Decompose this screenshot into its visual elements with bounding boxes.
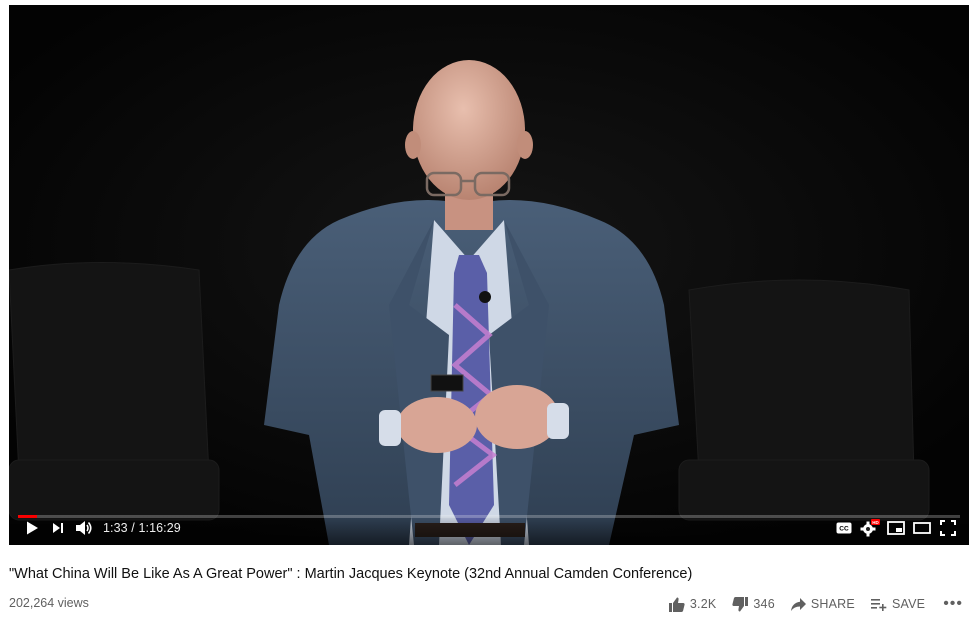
miniplayer-icon xyxy=(887,521,905,535)
video-actions: 3.2K 346 SHARE SAVE ••• xyxy=(653,595,963,613)
volume-icon xyxy=(76,521,92,535)
dislike-button[interactable]: 346 xyxy=(732,596,775,612)
play-button[interactable] xyxy=(19,516,45,540)
theater-mode-button[interactable] xyxy=(909,516,935,540)
settings-icon: HD xyxy=(860,519,880,537)
like-button[interactable]: 3.2K xyxy=(668,597,717,612)
playlist-add-icon xyxy=(870,598,887,611)
miniplayer-button[interactable] xyxy=(883,516,909,540)
save-button[interactable]: SAVE xyxy=(870,597,926,611)
subtitles-button[interactable]: CC xyxy=(831,516,857,540)
share-icon xyxy=(790,597,806,611)
settings-button[interactable]: HD xyxy=(857,516,883,540)
more-actions-button[interactable]: ••• xyxy=(943,595,963,613)
thumbs-up-icon xyxy=(668,597,685,612)
next-icon xyxy=(53,523,63,533)
like-count: 3.2K xyxy=(689,597,717,611)
play-icon xyxy=(27,521,38,535)
theater-icon xyxy=(913,522,931,534)
svg-text:CC: CC xyxy=(839,526,849,533)
save-label: SAVE xyxy=(891,597,926,611)
fullscreen-icon xyxy=(940,520,956,536)
thumbs-down-icon xyxy=(732,596,749,611)
svg-text:HD: HD xyxy=(872,520,879,525)
video-title: "What China Will Be Like As A Great Powe… xyxy=(9,566,693,582)
view-count: 202,264 views xyxy=(9,596,89,610)
next-button[interactable] xyxy=(45,516,71,540)
video-frame xyxy=(9,5,969,545)
fullscreen-button[interactable] xyxy=(935,516,961,540)
time-display: 1:33 / 1:16:29 xyxy=(103,521,181,535)
subtitles-icon: CC xyxy=(836,522,852,534)
volume-button[interactable] xyxy=(71,516,97,540)
video-player[interactable]: 1:33 / 1:16:29 CC HD xyxy=(9,5,969,545)
share-button[interactable]: SHARE xyxy=(790,597,855,611)
player-controls: 1:33 / 1:16:29 CC HD xyxy=(9,515,969,545)
dislike-count: 346 xyxy=(753,597,775,611)
share-label: SHARE xyxy=(810,597,855,611)
